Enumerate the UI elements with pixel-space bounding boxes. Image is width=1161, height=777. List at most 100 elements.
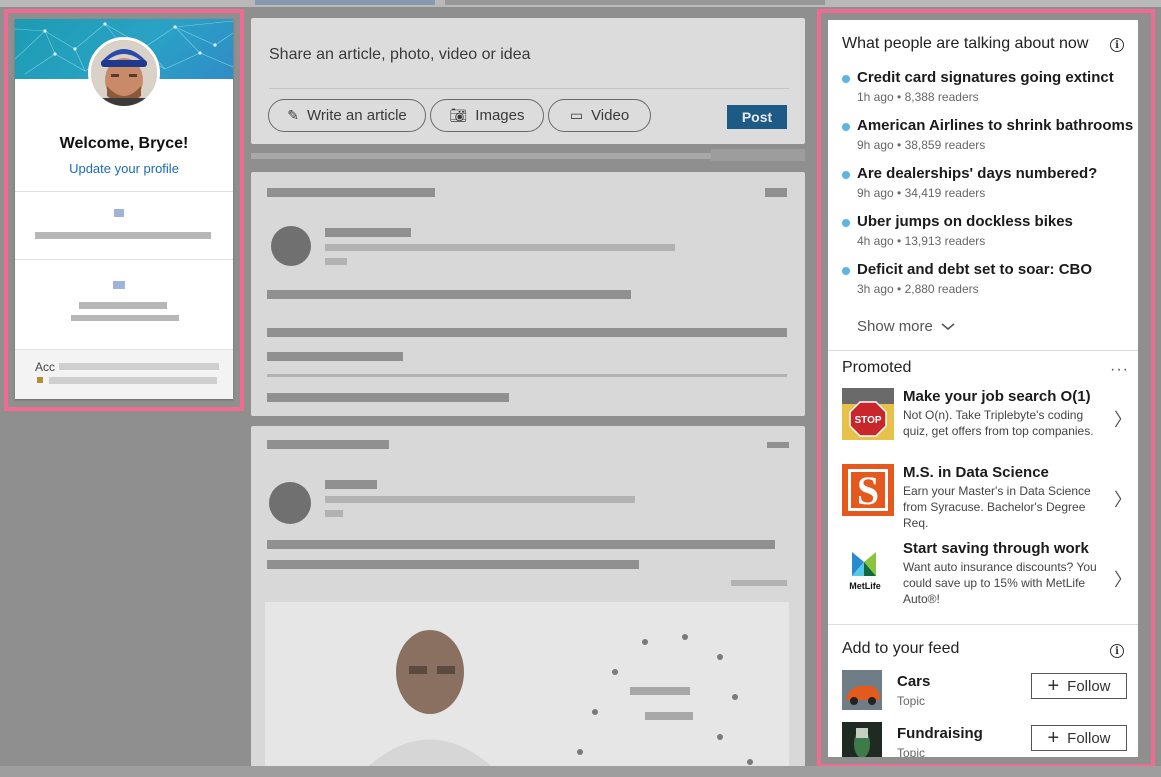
share-placeholder[interactable]: Share an article, photo, video or idea	[269, 46, 531, 64]
topic-type: Topic	[897, 694, 926, 708]
blurred-text	[267, 560, 639, 569]
premium-access-strip[interactable]	[15, 349, 233, 399]
blurred-stat-label	[71, 315, 179, 321]
show-more-button[interactable]: Show more	[857, 318, 955, 335]
blurred-text	[731, 580, 787, 586]
update-profile-link[interactable]: Update your profile	[15, 161, 233, 176]
add-to-feed-heading: Add to your feed	[842, 640, 960, 657]
blurred-stat-number	[114, 209, 124, 217]
metlife-icon: MetLife	[842, 540, 894, 592]
post-menu-icon[interactable]	[767, 442, 789, 448]
feed-post	[251, 464, 805, 777]
news-title: Deficit and debt set to soar: CBO	[857, 261, 1093, 278]
video-label: Video	[591, 107, 630, 124]
promo-description: Earn your Master's in Data Science from …	[903, 484, 1091, 530]
promo-description: Not O(n). Take Triplebyte's coding quiz,…	[903, 408, 1094, 438]
write-article-button[interactable]: ✎ Write an article	[268, 99, 426, 132]
feed-post-header	[251, 426, 805, 466]
syracuse-s-icon: S	[842, 464, 894, 516]
topic-name[interactable]: Cars	[897, 673, 930, 690]
top-banner-strip	[0, 0, 1161, 7]
news-meta: 9h ago • 34,419 readers	[857, 186, 986, 200]
blurred-text	[255, 0, 435, 5]
welcome-heading: Welcome, Bryce!	[59, 135, 189, 152]
news-title: Uber jumps on dockless bikes	[857, 213, 1073, 230]
blurred-text	[325, 258, 347, 265]
topic-type: Topic	[897, 746, 926, 757]
profile-highlight-frame: Welcome, Bryce! Update your profile Acc	[4, 9, 244, 411]
premium-icon	[37, 377, 43, 383]
topic-thumbnail[interactable]	[842, 670, 882, 710]
follow-label: Follow	[1067, 729, 1111, 747]
topic-name[interactable]: Fundraising	[897, 725, 983, 742]
blurred-text	[325, 496, 635, 503]
profile-avatar[interactable]	[88, 37, 160, 109]
right-sidebar: What people are talking about now i Cred…	[828, 20, 1138, 757]
blurred-sort-control[interactable]	[711, 149, 805, 161]
blurred-avatar[interactable]	[269, 482, 311, 524]
news-title: Credit card signatures going extinct	[857, 69, 1114, 86]
divider	[15, 349, 233, 350]
plus-icon: +	[1047, 727, 1060, 749]
blurred-stat-label	[79, 302, 167, 309]
blurred-text	[267, 188, 435, 197]
news-meta: 4h ago • 13,913 readers	[857, 234, 986, 248]
follow-button[interactable]: + Follow	[1031, 725, 1127, 751]
topic-suggestion: Fundraising Topic + Follow	[842, 722, 1132, 757]
svg-text:STOP: STOP	[854, 415, 881, 426]
chevron-right-icon: 〉	[1114, 410, 1132, 430]
divider	[269, 88, 789, 89]
info-icon[interactable]: i	[1110, 644, 1124, 658]
chevron-down-icon	[941, 322, 955, 330]
blurred-text	[267, 440, 389, 449]
bullet-icon	[842, 75, 850, 83]
blurred-text	[325, 510, 343, 517]
news-meta: 3h ago • 2,880 readers	[857, 282, 979, 296]
video-button[interactable]: ▭ Video	[548, 99, 651, 132]
news-meta: 1h ago • 8,388 readers	[857, 90, 979, 104]
video-icon: ▭	[569, 107, 584, 123]
follow-label: Follow	[1067, 677, 1111, 695]
divider	[15, 259, 233, 260]
news-title: American Airlines to shrink bathrooms	[857, 117, 1134, 134]
images-label: Images	[475, 107, 525, 124]
show-more-label: Show more	[857, 318, 933, 335]
bottom-strip	[0, 766, 1161, 777]
blurred-text	[59, 363, 219, 370]
chevron-right-icon: 〉	[1114, 490, 1132, 510]
promoted-item[interactable]: MetLife Start saving through work Want a…	[842, 540, 1132, 612]
syracuse-logo-text: S	[848, 468, 888, 513]
promo-description: Want auto insurance discounts? You could…	[903, 560, 1097, 606]
blurred-avatar[interactable]	[271, 226, 311, 266]
plus-icon: +	[1047, 675, 1060, 697]
divider	[828, 350, 1138, 351]
topic-thumbnail[interactable]	[842, 722, 882, 757]
blurred-text	[49, 377, 217, 384]
blurred-text	[267, 352, 403, 361]
divider	[828, 624, 1138, 625]
promoted-heading: Promoted	[842, 359, 912, 376]
bullet-icon	[842, 267, 850, 275]
more-options-icon[interactable]: ···	[1110, 361, 1129, 379]
blurred-text	[325, 480, 377, 489]
post-button[interactable]: Post	[727, 105, 787, 129]
post-image[interactable]	[265, 602, 789, 777]
blurred-stat-label	[35, 232, 211, 239]
follow-button[interactable]: + Follow	[1031, 673, 1127, 699]
blurred-text	[325, 228, 411, 237]
promo-title: Start saving through work	[903, 540, 1089, 557]
divider	[15, 191, 233, 192]
blurred-text	[267, 393, 509, 402]
post-menu-icon[interactable]	[765, 188, 787, 197]
promoted-item[interactable]: S M.S. in Data Science Earn your Master'…	[842, 464, 1132, 534]
news-title: Are dealerships' days numbered?	[857, 165, 1098, 182]
divider	[267, 374, 787, 377]
bullet-icon	[842, 171, 850, 179]
info-icon[interactable]: i	[1110, 38, 1124, 52]
share-box: Share an article, photo, video or idea ✎…	[251, 18, 805, 144]
news-heading: What people are talking about now	[842, 35, 1089, 52]
images-button[interactable]: 📷︎ Images	[430, 99, 544, 132]
pencil-icon: ✎	[287, 107, 299, 123]
sidebar-highlight-frame: What people are talking about now i Cred…	[817, 9, 1155, 768]
promoted-item[interactable]: STOP Make your job search O(1) Not O(n).…	[842, 388, 1132, 448]
